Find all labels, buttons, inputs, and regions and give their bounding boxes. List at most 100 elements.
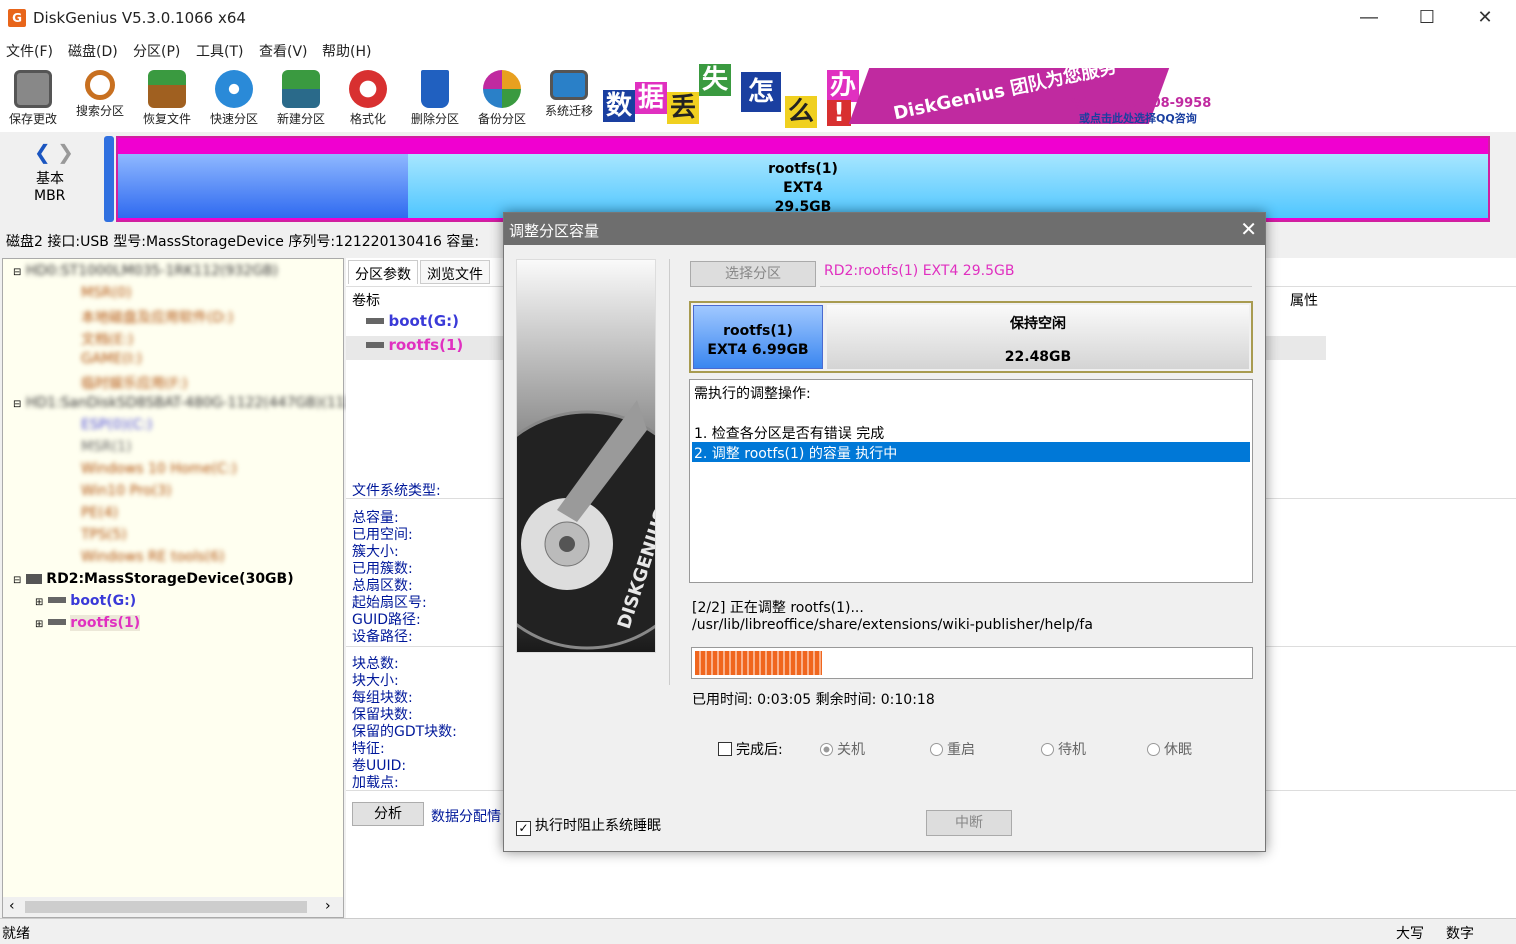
- banner-tile: 失: [699, 64, 731, 96]
- save-changes-button[interactable]: 保存更改: [0, 66, 66, 128]
- layers-icon: [282, 70, 320, 108]
- banner-tile: 怎: [741, 72, 781, 112]
- collapse-icon[interactable]: ⊟: [13, 575, 21, 586]
- resized-partition-block[interactable]: rootfs(1) EXT4 6.99GB: [693, 305, 823, 369]
- elapsed-remaining-time: 已用时间: 0:03:05 剩余时间: 0:10:18: [692, 692, 935, 708]
- tree-disk-2[interactable]: ⊟ RD2:MassStorageDevice(30GB): [13, 571, 294, 593]
- disk-nav-arrows-icon[interactable]: ❮ ❯: [34, 140, 74, 164]
- close-icon[interactable]: ✕: [1456, 0, 1514, 36]
- status-bar: 就绪 大写 数字: [0, 918, 1516, 944]
- field-device-path: 设备路径:: [352, 629, 413, 645]
- partition-icon: [47, 597, 66, 603]
- partition-icon: [47, 619, 66, 625]
- scroll-left-icon[interactable]: ‹: [9, 898, 15, 914]
- new-partition-button[interactable]: 新建分区: [268, 66, 334, 128]
- ad-banner[interactable]: 数 据 丢 失 怎 么 办 ! DiskGenius 团队为您服务 致电：400…: [601, 62, 1213, 128]
- tree-partition-rootfs[interactable]: ⊞ rootfs(1): [35, 615, 141, 637]
- menu-view[interactable]: 查看(V): [259, 41, 308, 61]
- app-logo-icon: G: [8, 9, 26, 27]
- disk-icon: [25, 574, 42, 584]
- tree-partition[interactable]: 临时娱乐应用(F:): [81, 373, 188, 395]
- expand-icon[interactable]: ⊞: [35, 619, 43, 630]
- system-migration-button[interactable]: 系统迁移: [536, 66, 602, 128]
- menu-file[interactable]: 文件(F): [6, 41, 53, 61]
- tree-partition[interactable]: MSR(0): [81, 285, 132, 307]
- tree-partition[interactable]: GAME(I:): [81, 351, 142, 373]
- partition-name: rootfs(1): [768, 161, 838, 177]
- free-space-block[interactable]: 保持空闲 22.48GB: [827, 305, 1249, 369]
- tree-partition[interactable]: 文档(E:): [81, 329, 134, 351]
- backup-partition-button[interactable]: 备份分区: [469, 66, 535, 128]
- partition-icon: [366, 318, 384, 324]
- delete-partition-button[interactable]: 删除分区: [402, 66, 468, 128]
- tree-partition[interactable]: Windows 10 Home(C:): [81, 461, 237, 483]
- maximize-icon[interactable]: ☐: [1398, 0, 1456, 36]
- search-partition-button[interactable]: 搜索分区: [67, 66, 133, 128]
- expand-icon[interactable]: ⊞: [35, 597, 43, 608]
- tree-horizontal-scrollbar[interactable]: ‹ ›: [3, 897, 343, 917]
- disk-type: 基本: [36, 171, 64, 187]
- operations-list: 需执行的调整操作: 1. 检查各分区是否有错误 完成 2. 调整 rootfs(…: [689, 379, 1253, 583]
- dialog-close-icon[interactable]: ✕: [1240, 217, 1257, 241]
- after-completion-checkbox[interactable]: 完成后:: [718, 739, 783, 759]
- tree-partition[interactable]: PE(4): [81, 505, 118, 527]
- operation-item: 1. 检查各分区是否有错误 完成: [694, 426, 885, 442]
- tree-partition[interactable]: ESP(0)(C:): [81, 417, 152, 439]
- scroll-thumb[interactable]: [25, 901, 307, 913]
- tree-partition[interactable]: Win10 Pro(3): [81, 483, 172, 505]
- tab-browse-files[interactable]: 浏览文件: [420, 260, 490, 284]
- tree-partition[interactable]: MSR(1): [81, 439, 132, 461]
- monitor-icon: [550, 70, 588, 100]
- analyze-button[interactable]: 分析: [352, 802, 424, 826]
- radio-icon: [1041, 743, 1054, 756]
- checkbox-icon: [718, 742, 732, 756]
- resized-partition-info: EXT4 6.99GB: [707, 342, 809, 358]
- dialog-title: 调整分区容量: [509, 222, 600, 240]
- select-partition-button[interactable]: 选择分区: [690, 261, 816, 287]
- tab-partition-params[interactable]: 分区参数: [348, 260, 418, 284]
- banner-qq-link[interactable]: 或点击此处选择QQ咨询: [1079, 110, 1197, 126]
- checkbox-checked-icon: ✓: [516, 821, 531, 836]
- banner-tile: 数: [603, 90, 635, 122]
- caps-indicator: 大写: [1396, 926, 1424, 942]
- partition-table-type: MBR: [34, 188, 66, 204]
- status-text: 就绪: [2, 926, 30, 942]
- prevent-sleep-checkbox[interactable]: ✓ 执行时阻止系统睡眠: [516, 815, 661, 836]
- radio-standby[interactable]: 待机: [1041, 739, 1086, 759]
- radio-restart[interactable]: 重启: [930, 739, 975, 759]
- progress-fill: [695, 651, 822, 675]
- menu-disk[interactable]: 磁盘(D): [68, 41, 118, 61]
- radio-shutdown[interactable]: 关机: [820, 739, 865, 759]
- tree-partition[interactable]: Windows RE tools(6): [81, 549, 225, 571]
- partition-block-rootfs[interactable]: rootfs(1) EXT4 29.5GB: [116, 136, 1490, 222]
- disk-map-scroll[interactable]: [104, 136, 114, 222]
- lifebuoy-icon: [349, 70, 387, 108]
- operations-header: 需执行的调整操作:: [694, 386, 811, 402]
- fs-type-label: 文件系统类型:: [352, 483, 441, 499]
- tree-disk-1[interactable]: ⊟ HD1:SanDiskSD8SBAT-480G-1122(447GB)(11…: [13, 395, 350, 417]
- resize-partition-dialog: 调整分区容量 ✕ DISKGENIUS 选择分区 RD2:rootfs(1) E…: [503, 212, 1266, 852]
- magnifier-icon: [85, 70, 115, 100]
- tree-partition[interactable]: 本地磁盘及应用软件(D:): [81, 307, 233, 329]
- banner-tile: 么: [785, 96, 817, 128]
- radio-icon: [1147, 743, 1160, 756]
- restore-files-button[interactable]: 恢复文件: [134, 66, 200, 128]
- abort-button[interactable]: 中断: [926, 810, 1012, 836]
- radio-selected-icon: [820, 743, 833, 756]
- tree-partition-boot[interactable]: ⊞ boot(G:): [35, 593, 136, 615]
- menu-help[interactable]: 帮助(H): [322, 41, 371, 61]
- format-button[interactable]: 格式化: [335, 66, 401, 128]
- column-attribute: 属性: [1290, 293, 1318, 309]
- quick-partition-button[interactable]: 快速分区: [201, 66, 267, 128]
- menu-partition[interactable]: 分区(P): [133, 41, 180, 61]
- minimize-icon[interactable]: ―: [1340, 0, 1398, 36]
- diskgenius-art-image: DISKGENIUS: [516, 259, 656, 653]
- disc-icon: [215, 70, 253, 108]
- save-icon: [14, 70, 52, 108]
- menu-tools[interactable]: 工具(T): [196, 41, 243, 61]
- scroll-right-icon[interactable]: ›: [325, 898, 331, 914]
- radio-hibernate[interactable]: 休眠: [1147, 739, 1192, 759]
- partition-block-label: rootfs(1) EXT4 29.5GB: [118, 160, 1488, 217]
- tree-partition[interactable]: TPS(5): [81, 527, 127, 549]
- tree-disk-0[interactable]: ⊟ HD0:ST1000LM035-1RK112(932GB): [13, 263, 278, 285]
